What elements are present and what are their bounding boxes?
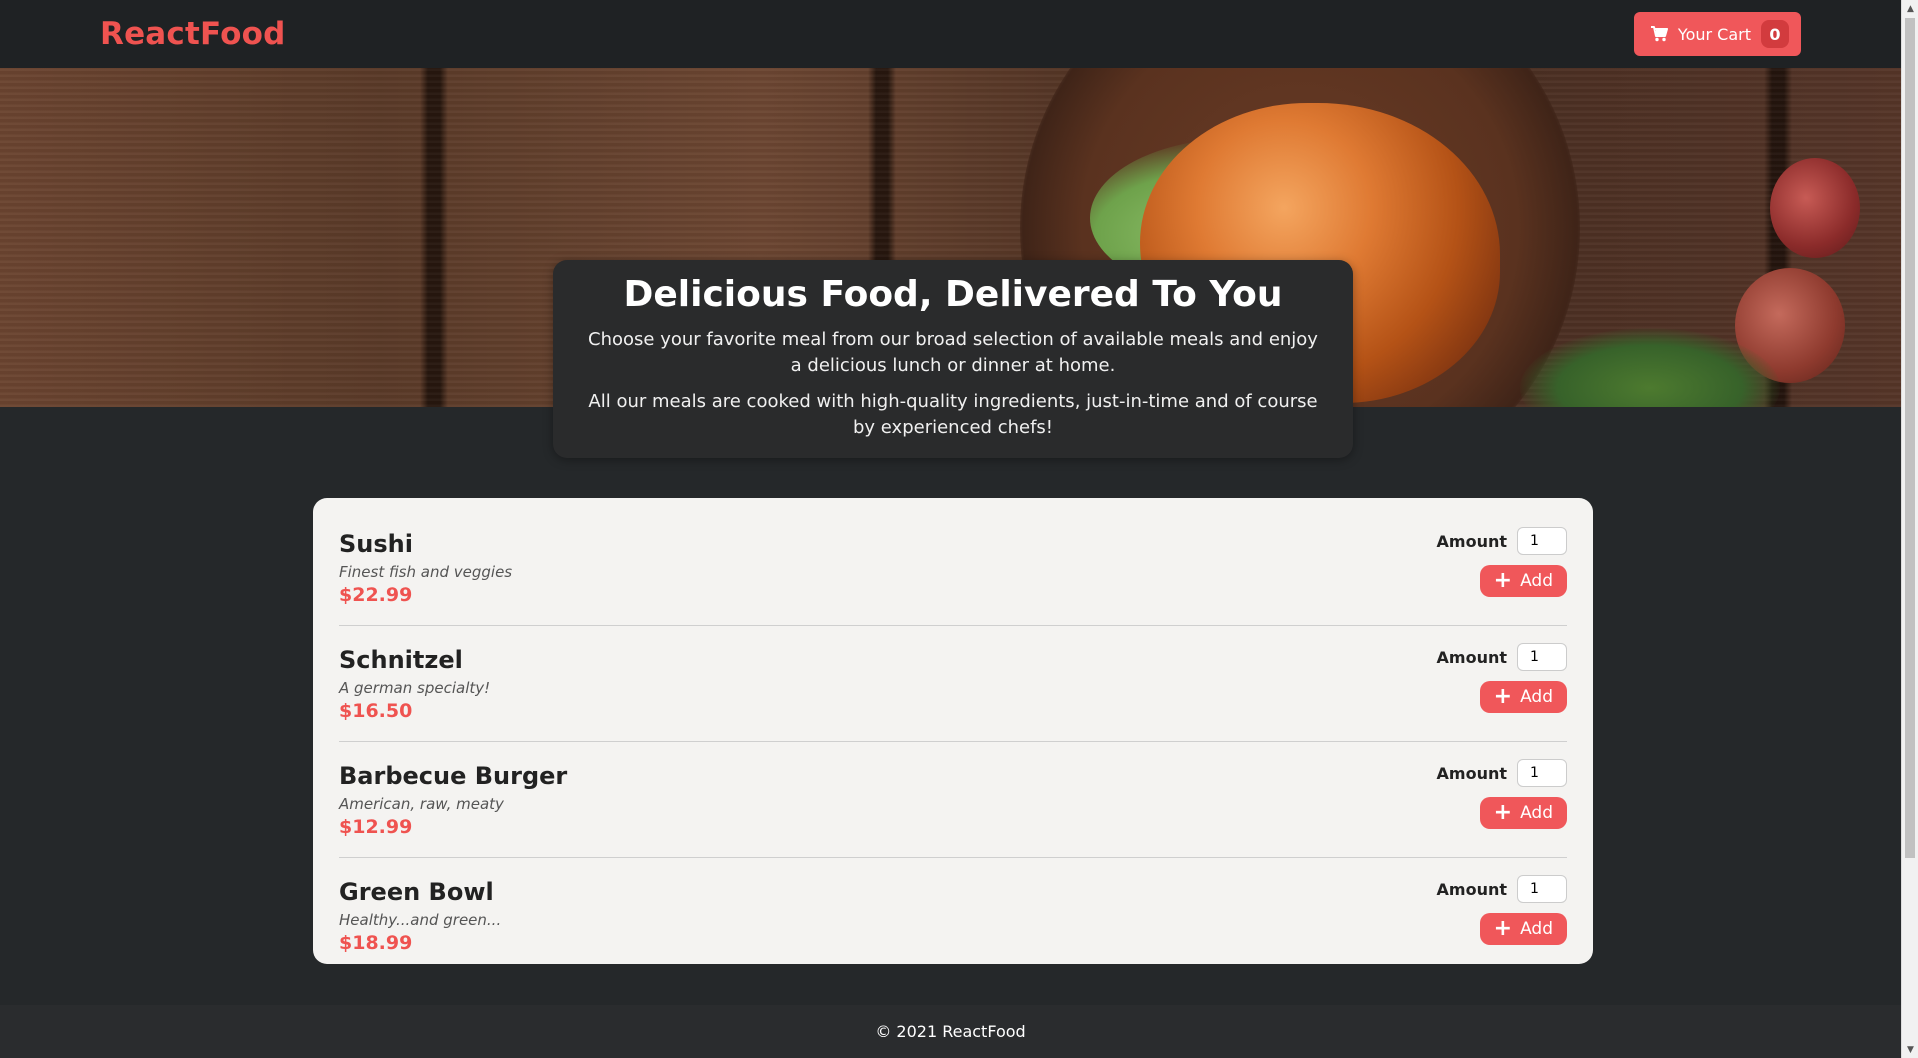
- scroll-up-arrow-icon[interactable]: ▲: [1902, 0, 1918, 17]
- meal-form: Amount + Add: [1437, 759, 1567, 829]
- scroll-down-arrow-icon[interactable]: ▼: [1902, 1041, 1918, 1058]
- add-label: Add: [1520, 687, 1553, 707]
- add-label: Add: [1520, 919, 1553, 939]
- plus-icon: +: [1493, 684, 1513, 709]
- meal-price: $18.99: [339, 932, 413, 954]
- meal-price: $22.99: [339, 584, 413, 606]
- summary-paragraph: All our meals are cooked with high-quali…: [588, 391, 1318, 438]
- amount-input[interactable]: [1517, 875, 1567, 903]
- meal-price: $12.99: [339, 816, 413, 838]
- meals-list: Sushi Finest fish and veggies $22.99 Amo…: [313, 498, 1593, 964]
- add-label: Add: [1520, 571, 1553, 591]
- meal-description: American, raw, meaty: [339, 795, 504, 813]
- meal-name: Barbecue Burger: [339, 762, 568, 790]
- top-navbar: ReactFood Your Cart 0: [0, 0, 1901, 68]
- meal-name: Green Bowl: [339, 878, 494, 906]
- page: ReactFood Your Cart 0 Delicious Food, De…: [0, 0, 1901, 1058]
- vertical-scrollbar[interactable]: ▲ ▼: [1901, 0, 1918, 1058]
- meal-name: Sushi: [339, 530, 413, 558]
- amount-input[interactable]: [1517, 759, 1567, 787]
- add-button[interactable]: + Add: [1479, 565, 1567, 597]
- amount-input[interactable]: [1517, 527, 1567, 555]
- cart-count-badge: 0: [1761, 20, 1789, 48]
- plus-icon: +: [1493, 800, 1513, 825]
- add-label: Add: [1520, 803, 1553, 823]
- amount-label: Amount: [1436, 531, 1507, 551]
- meal-item: Sushi Finest fish and veggies $22.99 Amo…: [339, 510, 1567, 626]
- meal-description: A german specialty!: [339, 679, 491, 697]
- meal-price: $16.50: [339, 700, 413, 722]
- summary-title: Delicious Food, Delivered To You: [623, 274, 1283, 315]
- meal-form: Amount + Add: [1437, 875, 1567, 945]
- cart-button[interactable]: Your Cart 0: [1633, 12, 1801, 56]
- amount-label: Amount: [1436, 879, 1507, 899]
- footer-text: © 2021 ReactFood: [875, 1022, 1026, 1041]
- scrollbar-thumb[interactable]: [1905, 18, 1915, 858]
- shopping-cart-icon: [1650, 26, 1668, 42]
- meal-info: Schnitzel A german specialty! $16.50: [339, 646, 490, 722]
- meal-item: Barbecue Burger American, raw, meaty $12…: [339, 742, 1567, 858]
- meals-summary: Delicious Food, Delivered To You Choose …: [553, 260, 1353, 458]
- amount-row: Amount: [1437, 875, 1567, 903]
- meal-item: Schnitzel A german specialty! $16.50 Amo…: [339, 626, 1567, 742]
- plus-icon: +: [1493, 568, 1513, 593]
- page-footer: © 2021 ReactFood: [0, 1005, 1901, 1058]
- add-button[interactable]: + Add: [1479, 681, 1567, 713]
- meal-form: Amount + Add: [1437, 643, 1567, 713]
- meal-item: Green Bowl Healthy...and green... $18.99…: [339, 858, 1567, 974]
- meal-description: Finest fish and veggies: [339, 563, 513, 581]
- add-button[interactable]: + Add: [1479, 913, 1567, 945]
- summary-paragraph: Choose your favorite meal from our broad…: [588, 329, 1318, 376]
- amount-row: Amount: [1437, 527, 1567, 555]
- cart-label: Your Cart: [1677, 24, 1751, 44]
- amount-row: Amount: [1437, 759, 1567, 787]
- amount-label: Amount: [1436, 647, 1507, 667]
- meal-info: Green Bowl Healthy...and green... $18.99: [339, 878, 501, 954]
- add-button[interactable]: + Add: [1479, 797, 1567, 829]
- amount-row: Amount: [1437, 643, 1567, 671]
- plus-icon: +: [1493, 916, 1513, 941]
- amount-input[interactable]: [1517, 643, 1567, 671]
- meal-form: Amount + Add: [1437, 527, 1567, 597]
- meal-name: Schnitzel: [339, 646, 463, 674]
- meal-info: Barbecue Burger American, raw, meaty $12…: [339, 762, 567, 838]
- meal-description: Healthy...and green...: [339, 911, 502, 929]
- amount-label: Amount: [1436, 763, 1507, 783]
- onion-shape: [1770, 158, 1860, 258]
- meal-info: Sushi Finest fish and veggies $22.99: [339, 530, 512, 606]
- brand-logo[interactable]: ReactFood: [100, 16, 286, 52]
